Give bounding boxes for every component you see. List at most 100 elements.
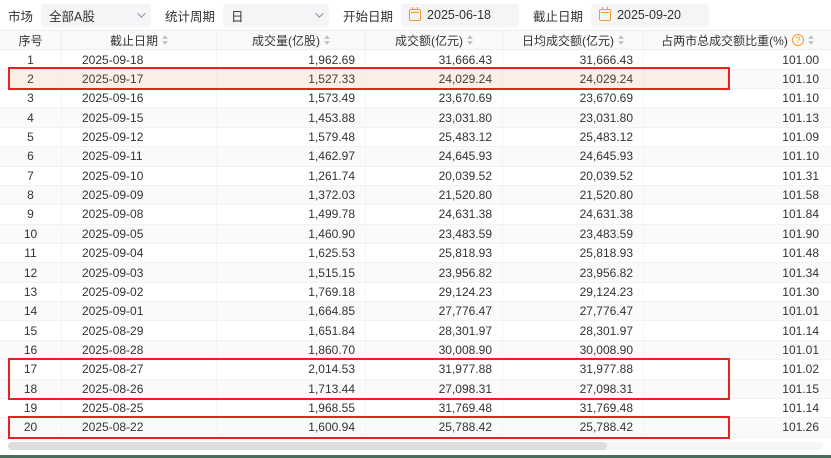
sort-icon[interactable]: [324, 35, 330, 45]
cell-date: 2025-08-27: [62, 360, 217, 378]
table-row[interactable]: 52025-09-121,579.4825,483.1225,483.12101…: [0, 128, 831, 147]
cell-avg: 25,483.12: [503, 128, 644, 146]
table-row[interactable]: 132025-09-021,769.1829,124.2329,124.2310…: [0, 283, 831, 302]
cell-avg: 25,818.93: [503, 244, 644, 262]
cell-date: 2025-09-18: [62, 50, 217, 68]
cell-date: 2025-08-26: [62, 380, 217, 398]
cell-value: 25,818.93: [366, 244, 503, 262]
cell-index: 9: [0, 205, 62, 223]
column-header-value[interactable]: 成交额(亿元): [366, 31, 503, 49]
data-table: 序号 截止日期 成交量(亿股) 成交额(亿元) 日均成交额(亿元) 占两市总成交…: [0, 30, 831, 438]
calendar-icon: [599, 9, 611, 21]
cell-volume: 1,527.33: [217, 70, 366, 88]
cell-date: 2025-08-28: [62, 341, 217, 359]
column-header-pct[interactable]: 占两市总成交额比重(%) ?: [644, 31, 831, 49]
cell-avg: 23,031.80: [503, 108, 644, 126]
table-row[interactable]: 62025-09-111,462.9724,645.9324,645.93101…: [0, 147, 831, 166]
table-row[interactable]: 192025-08-251,968.5531,769.4831,769.4810…: [0, 399, 831, 418]
cell-pct: 101.10: [644, 89, 831, 107]
table-row[interactable]: 72025-09-101,261.7420,039.5220,039.52101…: [0, 167, 831, 186]
cell-volume: 1,651.84: [217, 321, 366, 339]
column-header-avg[interactable]: 日均成交额(亿元): [503, 31, 644, 49]
table-row[interactable]: 42025-09-151,453.8823,031.8023,031.80101…: [0, 108, 831, 127]
cell-value: 23,670.69: [366, 89, 503, 107]
cell-pct: 101.90: [644, 225, 831, 243]
horizontal-scrollbar[interactable]: [8, 442, 823, 450]
scrollbar-thumb[interactable]: [8, 442, 607, 450]
column-header-label: 序号: [18, 32, 42, 49]
sort-icon[interactable]: [162, 35, 168, 45]
column-header-label: 成交额(亿元): [395, 32, 463, 49]
table-row[interactable]: 202025-08-221,600.9425,788.4225,788.4210…: [0, 418, 831, 437]
cell-volume: 1,573.49: [217, 89, 366, 107]
cell-pct: 101.30: [644, 283, 831, 301]
chevron-down-icon: [137, 9, 145, 17]
table-row[interactable]: 122025-09-031,515.1523,956.8223,956.8210…: [0, 263, 831, 282]
table-row[interactable]: 182025-08-261,713.4427,098.3127,098.3110…: [0, 380, 831, 399]
period-select[interactable]: 日: [223, 4, 329, 27]
cell-volume: 1,261.74: [217, 167, 366, 185]
table-row[interactable]: 92025-09-081,499.7824,631.3824,631.38101…: [0, 205, 831, 224]
sort-icon[interactable]: [808, 35, 814, 45]
help-icon[interactable]: ?: [792, 34, 804, 46]
table-row[interactable]: 12025-09-181,962.6931,666.4331,666.43101…: [0, 50, 831, 69]
cell-pct: 101.14: [644, 399, 831, 417]
table-row[interactable]: 82025-09-091,372.0321,520.8021,520.80101…: [0, 186, 831, 205]
cell-pct: 101.58: [644, 186, 831, 204]
start-date-picker[interactable]: 2025-06-18: [401, 4, 519, 27]
cell-index: 7: [0, 167, 62, 185]
table-row[interactable]: 172025-08-272,014.5331,977.8831,977.8810…: [0, 360, 831, 379]
cell-avg: 23,670.69: [503, 89, 644, 107]
column-header-date[interactable]: 截止日期: [62, 31, 217, 49]
cell-index: 10: [0, 225, 62, 243]
cell-date: 2025-09-02: [62, 283, 217, 301]
cell-value: 29,124.23: [366, 283, 503, 301]
market-select-value: 全部A股: [49, 6, 95, 25]
cell-value: 25,483.12: [366, 128, 503, 146]
market-select[interactable]: 全部A股: [41, 4, 151, 27]
end-date-label: 截止日期: [533, 6, 583, 25]
chevron-down-icon: [315, 9, 323, 17]
cell-date: 2025-09-16: [62, 89, 217, 107]
cell-value: 23,483.59: [366, 225, 503, 243]
cell-avg: 27,098.31: [503, 380, 644, 398]
end-date-picker[interactable]: 2025-09-20: [591, 4, 709, 27]
table-row[interactable]: 102025-09-051,460.9023,483.5923,483.5910…: [0, 225, 831, 244]
table-row[interactable]: 112025-09-041,625.5325,818.9325,818.9310…: [0, 244, 831, 263]
cell-date: 2025-09-11: [62, 147, 217, 165]
table-row[interactable]: 32025-09-161,573.4923,670.6923,670.69101…: [0, 89, 831, 108]
table-row[interactable]: 22025-09-171,527.3324,029.2424,029.24101…: [0, 70, 831, 89]
cell-avg: 23,956.82: [503, 263, 644, 281]
cell-pct: 101.01: [644, 341, 831, 359]
cell-pct: 101.48: [644, 244, 831, 262]
cell-index: 1: [0, 50, 62, 68]
cell-avg: 28,301.97: [503, 321, 644, 339]
cell-index: 12: [0, 263, 62, 281]
cell-value: 23,956.82: [366, 263, 503, 281]
cell-index: 4: [0, 108, 62, 126]
cell-date: 2025-09-10: [62, 167, 217, 185]
table-row[interactable]: 162025-08-281,860.7030,008.9030,008.9010…: [0, 341, 831, 360]
table-row[interactable]: 152025-08-291,651.8428,301.9728,301.9710…: [0, 321, 831, 340]
cell-volume: 2,014.53: [217, 360, 366, 378]
cell-volume: 1,962.69: [217, 50, 366, 68]
table-row[interactable]: 142025-09-011,664.8527,776.4727,776.4710…: [0, 302, 831, 321]
cell-date: 2025-09-12: [62, 128, 217, 146]
cell-pct: 101.15: [644, 380, 831, 398]
column-header-index: 序号: [0, 31, 62, 49]
cell-volume: 1,460.90: [217, 225, 366, 243]
cell-pct: 101.13: [644, 108, 831, 126]
cell-date: 2025-08-29: [62, 321, 217, 339]
sort-icon[interactable]: [618, 35, 624, 45]
sort-icon[interactable]: [467, 35, 473, 45]
cell-value: 30,008.90: [366, 341, 503, 359]
cell-index: 3: [0, 89, 62, 107]
cell-volume: 1,713.44: [217, 380, 366, 398]
cell-date: 2025-09-17: [62, 70, 217, 88]
cell-value: 31,977.88: [366, 360, 503, 378]
cell-pct: 101.34: [644, 263, 831, 281]
column-header-volume[interactable]: 成交量(亿股): [217, 31, 366, 49]
cell-volume: 1,860.70: [217, 341, 366, 359]
cell-pct: 101.10: [644, 70, 831, 88]
cell-pct: 101.31: [644, 167, 831, 185]
